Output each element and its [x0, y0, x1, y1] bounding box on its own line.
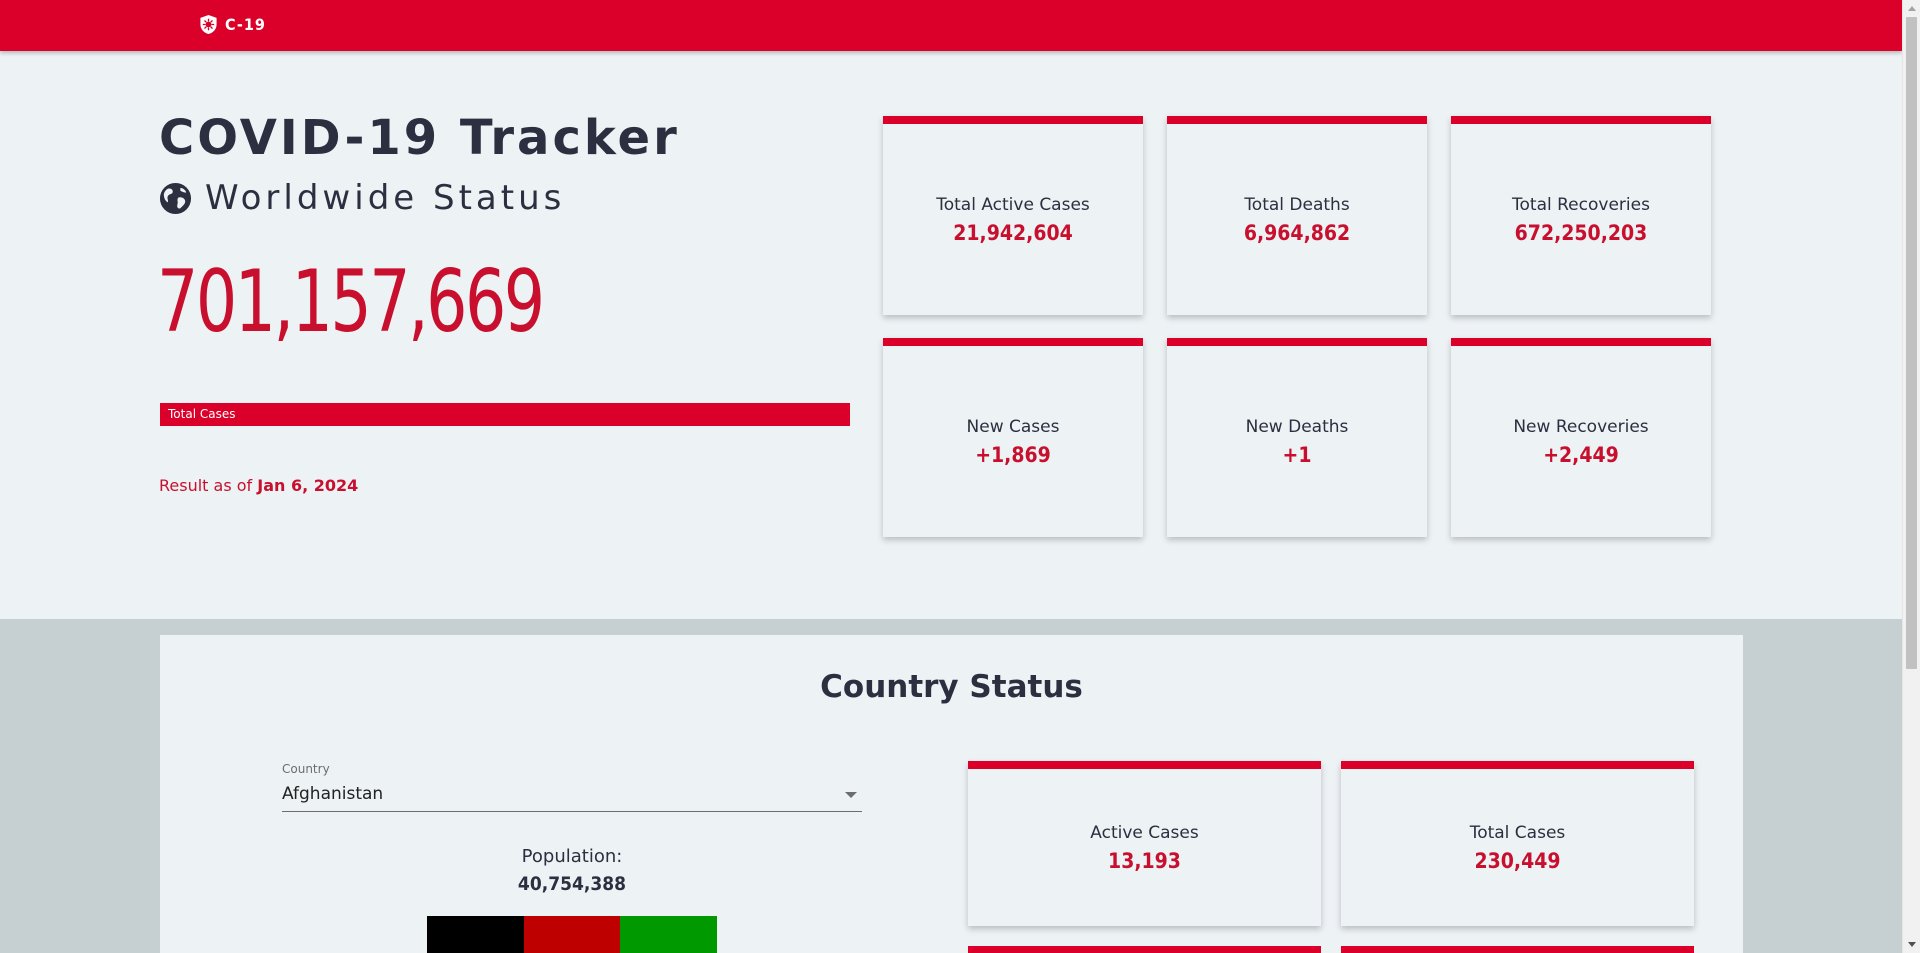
scroll-up-icon[interactable] [1908, 6, 1916, 11]
total-cases-label: Total Cases [160, 403, 850, 426]
stat-value: 6,964,862 [1243, 220, 1351, 245]
stat-value: 13,193 [1108, 848, 1181, 873]
result-prefix: Result as of [159, 476, 258, 495]
globe-icon [159, 182, 192, 214]
stat-card-total-deaths: Total Deaths 6,964,862 [1167, 116, 1427, 315]
scroll-down-icon[interactable] [1908, 942, 1916, 947]
worldwide-status-label: Worldwide Status [205, 178, 566, 218]
flag-stripe [523, 916, 621, 953]
caret-down-icon [845, 792, 857, 798]
stat-value: +1,869 [975, 442, 1051, 467]
flag-stripe [620, 916, 718, 953]
brand-logo-link[interactable]: C-19 [199, 14, 266, 35]
stat-label: New Deaths [1245, 416, 1349, 437]
stat-value: 21,942,604 [953, 220, 1073, 245]
stat-label: Total Recoveries [1512, 194, 1650, 215]
stat-card-new-cases: New Cases +1,869 [883, 338, 1143, 537]
country-card-next [968, 946, 1321, 953]
stat-card-new-deaths: New Deaths +1 [1167, 338, 1427, 537]
country-select-value: Afghanistan [282, 784, 384, 804]
stat-label: Total Cases [1469, 822, 1566, 843]
country-select-label: Country [282, 762, 330, 776]
stat-value: +1 [1282, 442, 1312, 467]
stat-label: Total Deaths [1244, 194, 1350, 215]
country-card-active-cases: Active Cases 13,193 [968, 761, 1321, 926]
stat-label: New Recoveries [1513, 416, 1649, 437]
total-cases-value: 701,157,669 [157, 252, 545, 352]
population-label: Population: [521, 846, 623, 867]
country-flag [427, 916, 718, 953]
brand-name: C-19 [225, 15, 266, 34]
page-scrollbar[interactable] [1902, 0, 1920, 953]
page-title: COVID-19 Tracker [159, 110, 680, 166]
stat-value: 230,449 [1474, 848, 1561, 873]
scrollbar-thumb[interactable] [1906, 17, 1917, 669]
flag-stripe [427, 916, 524, 953]
country-card-total-cases: Total Cases 230,449 [1341, 761, 1694, 926]
population-value: 40,754,388 [517, 873, 627, 895]
result-date: Jan 6, 2024 [257, 476, 359, 495]
stat-card-new-recoveries: New Recoveries +2,449 [1451, 338, 1711, 537]
stat-card-total-active-cases: Total Active Cases 21,942,604 [883, 116, 1143, 315]
stat-value: 672,250,203 [1514, 220, 1648, 245]
stat-label: Active Cases [1090, 822, 1199, 843]
top-navbar: C-19 [0, 0, 1902, 51]
worldwide-subtitle: Worldwide Status [159, 178, 565, 218]
stat-value: +2,449 [1543, 442, 1619, 467]
country-card-next [1341, 946, 1694, 953]
result-as-of: Result as of Jan 6, 2024 [159, 476, 358, 495]
country-status-title: Country Status [820, 669, 1083, 705]
stat-label: New Cases [966, 416, 1060, 437]
shield-virus-icon [200, 15, 217, 34]
country-select[interactable]: Country Afghanistan [282, 760, 862, 812]
stat-label: Total Active Cases [936, 194, 1090, 215]
stat-card-total-recoveries: Total Recoveries 672,250,203 [1451, 116, 1711, 315]
